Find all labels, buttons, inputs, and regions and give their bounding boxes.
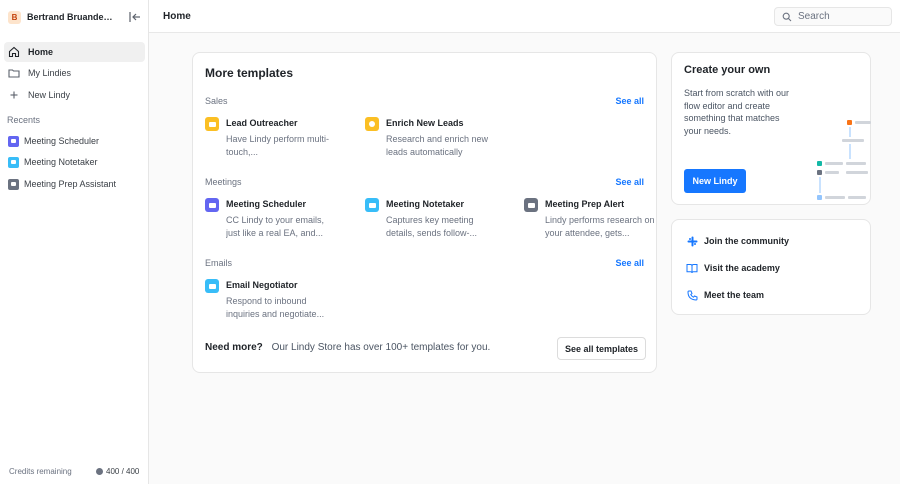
mail-icon <box>365 198 379 212</box>
recent-item[interactable]: Meeting Prep Assistant <box>4 174 145 194</box>
meet-team-link[interactable]: Meet the team <box>686 287 764 303</box>
template-name: Meeting Prep Alert <box>545 199 625 209</box>
template-name: Enrich New Leads <box>386 118 464 128</box>
workspace-name: Bertrand Bruandet's... <box>27 12 115 22</box>
see-all-sales-link[interactable]: See all <box>615 96 644 106</box>
workspace-avatar: B <box>8 10 21 24</box>
need-more-bold: Need more? <box>205 342 263 353</box>
need-more-rest: Our Lindy Store has over 100+ templates … <box>271 342 491 353</box>
search-box[interactable] <box>774 7 892 26</box>
mail-icon <box>205 117 219 131</box>
need-more-text: Need more? Our Lindy Store has over 100+… <box>205 342 490 353</box>
credits-count: 400 / 400 <box>106 467 140 476</box>
search-icon <box>782 12 792 21</box>
recent-item-label: Meeting Notetaker <box>24 157 98 167</box>
nav-my-lindies-label: My Lindies <box>28 68 72 78</box>
calendar-icon <box>8 135 19 147</box>
credits-value: 400 / 400 <box>96 467 139 476</box>
join-community-label: Join the community <box>704 236 790 246</box>
plus-icon <box>8 89 20 101</box>
create-card: Create your own Start from scratch with … <box>671 52 871 205</box>
template-desc: Captures key meeting details, sends foll… <box>386 215 478 238</box>
workspace-switcher[interactable]: B Bertrand Bruandet's... <box>8 8 118 26</box>
see-all-meetings-link[interactable]: See all <box>615 177 644 187</box>
templates-title: More templates <box>205 66 294 80</box>
template-desc: Have Lindy perform multi-touch,... <box>226 134 330 157</box>
see-all-emails-link[interactable]: See all <box>615 258 644 268</box>
nav-new-lindy[interactable]: New Lindy <box>4 85 145 105</box>
visit-academy-label: Visit the academy <box>704 263 780 273</box>
book-icon <box>686 262 698 274</box>
heart-icon <box>524 198 538 212</box>
category-meetings: Meetings <box>205 177 242 187</box>
category-sales: Sales <box>205 96 228 106</box>
create-desc: Start from scratch with our flow editor … <box>684 88 790 136</box>
search-input[interactable] <box>798 11 888 22</box>
mail-icon <box>205 279 219 293</box>
sidebar: B Bertrand Bruandet's... Home My Lindies… <box>0 0 149 484</box>
visit-academy-link[interactable]: Visit the academy <box>686 260 780 276</box>
credits-label: Credits remaining <box>9 467 72 476</box>
calendar-icon <box>205 198 219 212</box>
page-title: Home <box>163 11 191 22</box>
recent-item-label: Meeting Prep Assistant <box>24 179 117 189</box>
coin-icon <box>96 468 103 475</box>
sparkle-icon <box>365 117 379 131</box>
meet-team-label: Meet the team <box>704 290 765 300</box>
flow-illustration-icon <box>817 120 871 200</box>
template-desc: Respond to inbound inquiries and negotia… <box>226 296 325 319</box>
template-name: Meeting Notetaker <box>386 199 465 209</box>
template-desc: Research and enrich new leads automatica… <box>386 134 489 157</box>
new-lindy-button[interactable]: New Lindy <box>684 169 746 193</box>
phone-icon <box>686 289 698 301</box>
slack-icon <box>686 235 698 247</box>
templates-card: More templates Sales See all Lead Outrea… <box>192 52 657 373</box>
heart-icon <box>8 178 19 190</box>
category-emails: Emails <box>205 258 233 268</box>
nav-my-lindies[interactable]: My Lindies <box>4 63 145 83</box>
template-desc: Lindy performs research on your attendee… <box>545 215 655 238</box>
recent-item[interactable]: Meeting Scheduler <box>4 131 145 151</box>
home-icon <box>8 46 20 58</box>
template-name: Lead Outreacher <box>226 118 298 128</box>
template-name: Email Negotiator <box>226 280 298 290</box>
links-card: Join the community Visit the academy Mee… <box>671 219 871 315</box>
see-all-templates-button[interactable]: See all templates <box>557 337 646 360</box>
nav-new-lindy-label: New Lindy <box>28 90 71 100</box>
recents-label: Recents <box>7 115 41 125</box>
create-title: Create your own <box>684 64 771 76</box>
join-community-link[interactable]: Join the community <box>686 233 789 249</box>
nav-home[interactable]: Home <box>4 42 145 62</box>
recent-item[interactable]: Meeting Notetaker <box>4 152 145 172</box>
mail-icon <box>8 156 19 168</box>
collapse-sidebar-icon[interactable] <box>128 10 142 24</box>
nav-home-label: Home <box>28 47 54 57</box>
folder-icon <box>8 67 20 79</box>
template-desc: CC Lindy to your emails, just like a rea… <box>226 215 325 238</box>
recent-item-label: Meeting Scheduler <box>24 136 100 146</box>
top-bar: Home <box>149 0 900 33</box>
template-name: Meeting Scheduler <box>226 199 307 209</box>
